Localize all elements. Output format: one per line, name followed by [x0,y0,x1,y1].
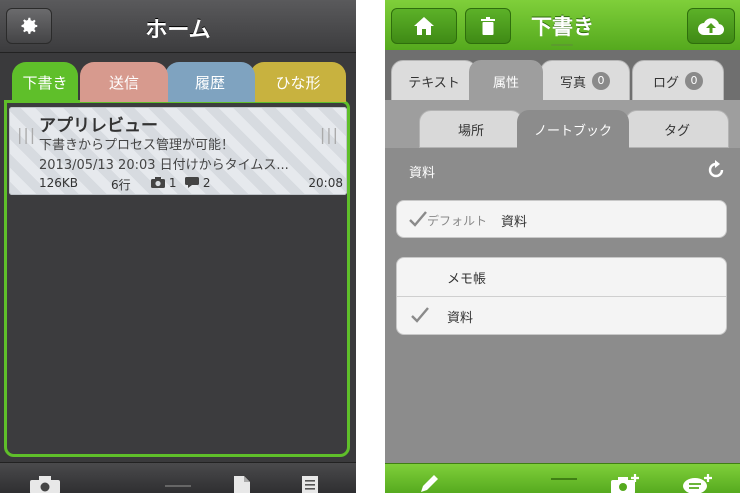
page-title: ホーム [145,18,211,43]
photo-count-badge: 0 [592,72,610,90]
refresh-icon[interactable] [706,160,726,180]
notebook-list: メモ帳 資料 [396,257,727,335]
drag-handle[interactable] [551,44,573,46]
tab-sent[interactable]: 送信 [80,62,168,102]
comment-count: 2 [202,176,211,190]
tab-drafts[interactable]: 下書き [12,62,78,102]
notebook-option[interactable]: メモ帳 [397,258,726,297]
selected-notebook-label: 資料 [409,166,436,181]
draft-meta: 126KB 6行 1 2 20:08 [39,176,345,194]
home-icon [414,17,434,35]
draft-time: 20:08 [308,176,343,190]
default-notebook-box[interactable]: デフォルト 資料 [396,200,727,238]
drag-handle-icon[interactable]: ||| [17,125,36,144]
notes-icon[interactable] [302,476,318,493]
draft-screen: 下書き テキスト 属性 写真 0 ログ 0 場所 ノートブック タグ 資料 デフ… [385,0,740,493]
log-count-badge: 0 [685,72,703,90]
tab-attributes[interactable]: 属性 [469,60,543,102]
detail-tabs: テキスト 属性 写真 0 ログ 0 [385,50,740,102]
tab-log-label: ログ [652,75,679,91]
draft-preview-line: 2013/05/13 20:03 日付けからタイムス... [39,158,289,173]
comment-icon [185,177,199,188]
cloud-upload-icon [698,18,724,35]
trash-icon [481,17,495,35]
notebook-option-label: メモ帳 [447,272,487,287]
draft-header: 下書き [385,0,740,51]
upload-button[interactable] [687,8,735,44]
tab-history[interactable]: 履歴 [165,62,255,102]
home-toolbar [0,462,356,493]
draft-list-item[interactable]: ||| ||| アプリレビュー 下書きからプロセス管理が可能！ 2013/05/… [9,107,347,195]
pencil-icon[interactable] [421,474,439,492]
camera-icon [151,177,165,188]
check-icon [411,307,429,323]
add-comment-icon[interactable] [683,474,713,493]
default-notebook-value: 資料 [501,215,528,230]
check-icon [409,211,427,227]
category-tabs: 下書き 送信 履歴 ひな形 [0,62,356,102]
home-header: ホーム [0,0,356,53]
draft-title: アプリレビュー [39,116,158,136]
home-screen: ホーム 下書き 送信 履歴 ひな形 ||| ||| アプリレビュー 下書きからプ… [0,0,356,493]
photo-count: 1 [168,176,177,190]
draft-size: 126KB [39,176,79,190]
tab-photos[interactable]: 写真 0 [540,60,630,102]
draft-line-count: 6行 [111,178,131,192]
default-notebook-row[interactable]: デフォルト 資料 [397,201,726,239]
home-button[interactable] [391,8,457,44]
attributes-panel: 場所 ノートブック タグ 資料 デフォルト 資料 メモ帳 資料 [385,100,740,463]
add-photo-icon[interactable] [611,474,641,493]
tab-log[interactable]: ログ 0 [632,60,724,102]
delete-button[interactable] [465,8,511,44]
tab-templates[interactable]: ひな形 [250,62,346,102]
tab-location[interactable]: 場所 [419,110,523,148]
drag-handle[interactable] [551,478,577,480]
default-label: デフォルト [427,214,488,228]
notebook-option-label: 資料 [447,311,474,326]
tab-notebook[interactable]: ノートブック [517,110,629,148]
draft-toolbar [385,463,740,493]
draft-preview-line: 下書きからプロセス管理が可能！ [39,138,235,153]
page-title: 下書き [531,15,594,39]
tab-photos-label: 写真 [559,75,586,91]
drag-handle[interactable] [165,485,191,487]
camera-icon[interactable] [30,476,60,493]
document-icon[interactable] [234,476,250,493]
drag-handle-icon[interactable]: ||| [320,125,339,144]
tab-text[interactable]: テキスト [391,60,477,102]
tab-tags[interactable]: タグ [625,110,729,148]
drafts-panel: ||| ||| アプリレビュー 下書きからプロセス管理が可能！ 2013/05/… [4,100,350,457]
notebook-option[interactable]: 資料 [397,297,726,335]
notebook-panel: 資料 デフォルト 資料 メモ帳 資料 [385,148,740,463]
